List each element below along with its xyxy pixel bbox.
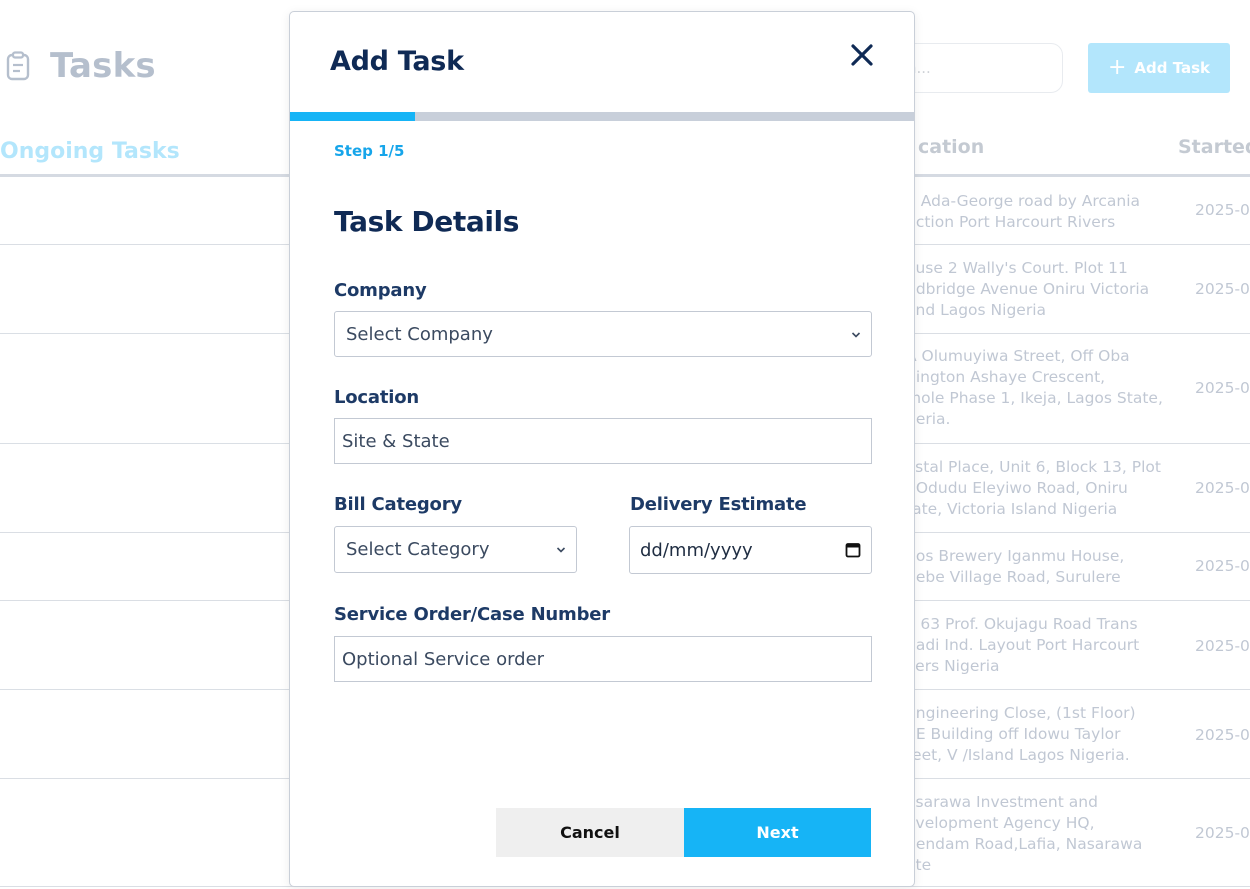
tab-ongoing-tasks[interactable]: Ongoing Tasks (0, 139, 180, 164)
delivery-estimate-label: Delivery Estimate (630, 494, 807, 515)
bill-category-select[interactable]: Select Category (334, 526, 577, 573)
delivery-estimate-date-input[interactable]: dd/mm/yyyy (629, 526, 872, 574)
add-task-button[interactable]: + Add Task (1088, 43, 1230, 93)
column-header-started: Started (1178, 136, 1250, 158)
row-started-date: 2025-0 (1195, 280, 1250, 298)
row-started-date: 2025-0 (1195, 726, 1250, 744)
page-title: Tasks (50, 46, 156, 86)
service-order-input[interactable]: Optional Service order (334, 636, 872, 682)
calendar-icon[interactable] (844, 541, 862, 559)
row-location: gos Brewery Iganmu House, bebe Village R… (906, 547, 1125, 586)
row-location: asarawa Investment and evelopment Agency… (906, 793, 1143, 874)
delivery-estimate-value: dd/mm/yyyy (640, 539, 753, 561)
row-location: ystal Place, Unit 6, Block 13, Plot , Od… (906, 458, 1161, 518)
row-started-date: 2025-0 (1195, 379, 1250, 397)
section-title: Task Details (334, 205, 519, 238)
location-input[interactable]: Site & State (334, 418, 872, 464)
row-location: o 63 Prof. Okujagu Road Trans nadi Ind. … (906, 615, 1140, 675)
location-placeholder: Site & State (342, 430, 450, 452)
chevron-down-icon (556, 547, 566, 553)
row-started-date: 2025-0 (1195, 557, 1250, 575)
clipboard-icon (6, 51, 30, 81)
service-order-label: Service Order/Case Number (334, 604, 610, 625)
chevron-down-icon (851, 332, 861, 338)
location-label: Location (334, 387, 420, 408)
modal-title: Add Task (330, 46, 464, 77)
company-label: Company (334, 280, 427, 301)
row-started-date: 2025-0 (1195, 637, 1250, 655)
step-label: Step 1/5 (334, 142, 405, 160)
add-task-modal: Add Task Step 1/5 Task Details Company S… (289, 11, 915, 887)
row-location: ouse 2 Wally's Court. Plot 11 ndbridge A… (906, 259, 1150, 319)
company-select[interactable]: Select Company (334, 311, 872, 357)
bill-category-select-value: Select Category (346, 539, 490, 560)
bill-category-label: Bill Category (334, 494, 462, 515)
cancel-button[interactable]: Cancel (496, 808, 684, 857)
service-order-placeholder: Optional Service order (342, 648, 545, 670)
row-started-date: 2025-0 (1195, 201, 1250, 219)
row-started-date: 2025-0 (1195, 479, 1250, 497)
plus-icon: + (1107, 55, 1127, 80)
row-location: Engineering Close, (1st Floor) SE Buildi… (906, 704, 1136, 764)
close-icon[interactable] (846, 39, 878, 71)
add-task-label: Add Task (1134, 59, 1211, 77)
page-header: Tasks (6, 46, 156, 86)
row-location: A Olumuyiwa Street, Off Oba bington Asha… (906, 347, 1163, 428)
column-header-location: cation (918, 136, 985, 158)
next-button[interactable]: Next (684, 808, 871, 857)
step-progress-bar (290, 112, 914, 121)
row-location: 3 Ada-George road by Arcania nction Port… (906, 192, 1141, 231)
row-started-date: 2025-0 (1195, 824, 1250, 842)
company-select-value: Select Company (346, 323, 493, 345)
step-progress-fill (290, 112, 415, 121)
